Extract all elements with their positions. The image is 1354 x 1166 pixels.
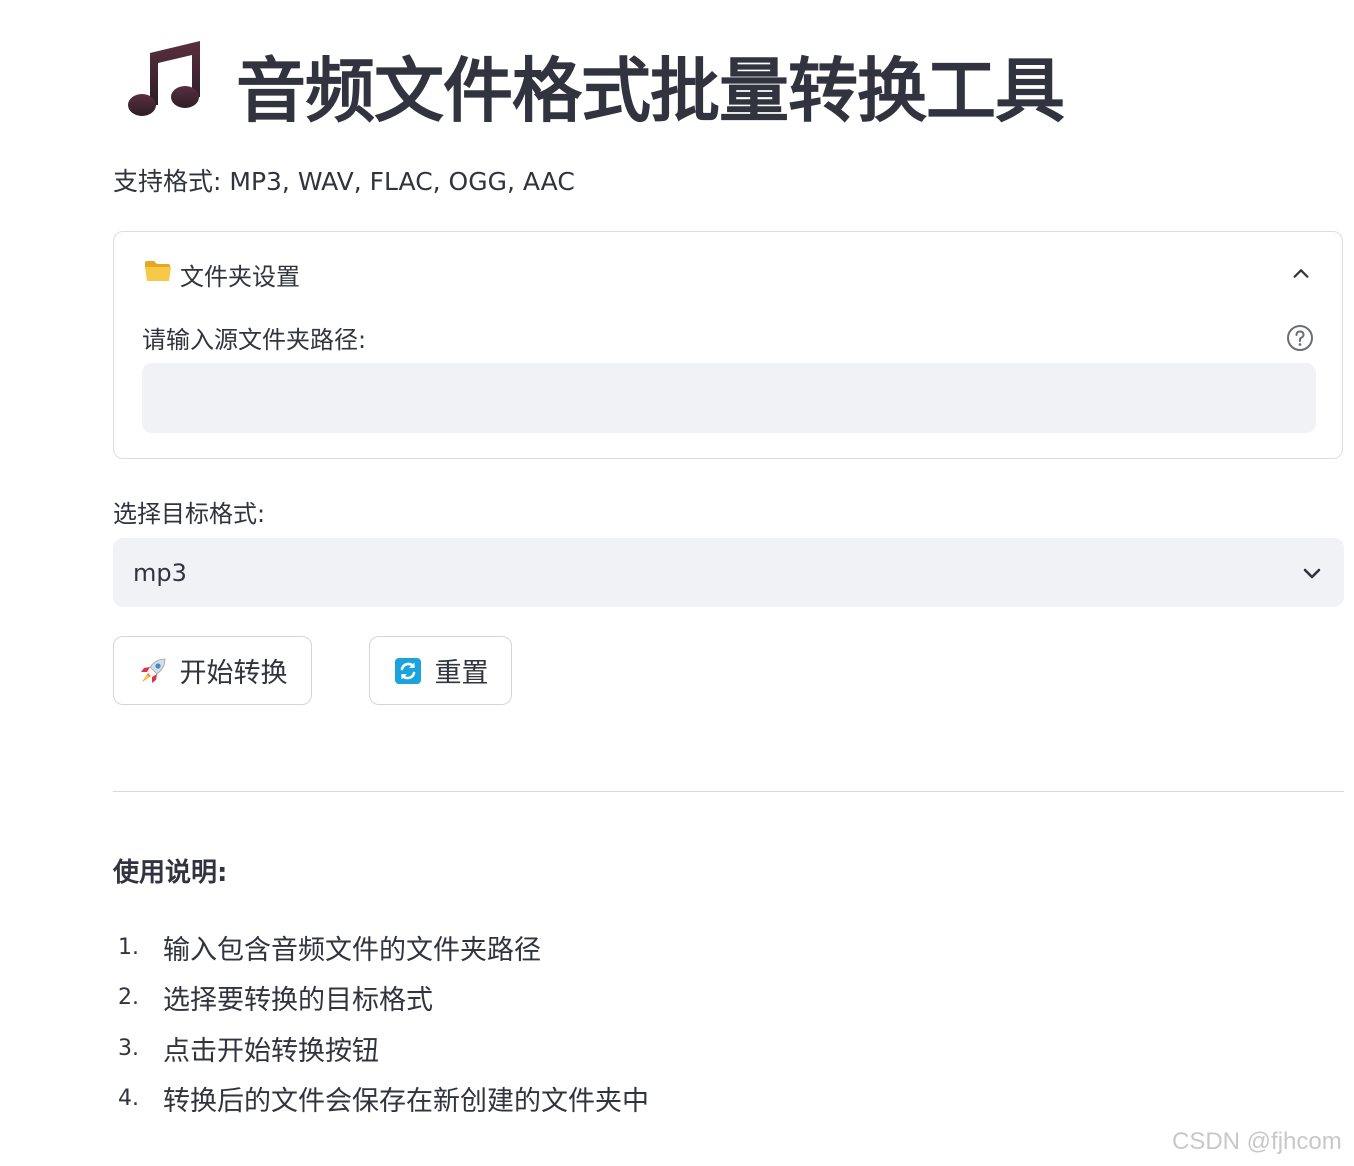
start-conversion-button[interactable]: 开始转换 (113, 636, 312, 705)
folder-settings-header[interactable]: 文件夹设置 (144, 257, 1312, 291)
folder-settings-label: 文件夹设置 (180, 262, 300, 291)
list-item-text: 点击开始转换按钮 (163, 1035, 379, 1067)
chevron-down-icon (1300, 561, 1324, 585)
list-item-number: 2. (118, 985, 139, 1011)
start-conversion-label: 开始转换 (179, 658, 288, 689)
list-item-text: 选择要转换的目标格式 (163, 985, 433, 1017)
list-item: 4. 转换后的文件会保存在新创建的文件夹中 (118, 1074, 649, 1125)
list-item-number: 1. (118, 934, 139, 960)
question-circle-icon[interactable] (1286, 324, 1314, 352)
supported-formats-text: 支持格式: MP3, WAV, FLAC, OGG, AAC (113, 167, 575, 196)
folder-icon (144, 259, 180, 289)
page-title: 音频文件格式批量转换工具 (124, 40, 1065, 132)
reset-button[interactable]: 重置 (369, 636, 512, 705)
source-folder-label: 请输入源文件夹路径: (142, 326, 367, 354)
source-folder-label-row: 请输入源文件夹路径: (142, 320, 1314, 355)
list-item: 2. 选择要转换的目标格式 (118, 973, 649, 1024)
refresh-icon (393, 656, 423, 686)
folder-settings-expander: 文件夹设置 请输入源文件夹路径: (113, 231, 1343, 459)
music-notes-icon (124, 35, 208, 136)
page-title-text: 音频文件格式批量转换工具 (236, 49, 1065, 132)
list-item-number: 4. (118, 1086, 139, 1112)
list-item-text: 转换后的文件会保存在新创建的文件夹中 (163, 1086, 649, 1118)
divider (113, 791, 1344, 792)
target-format-value: mp3 (133, 558, 187, 587)
chevron-up-icon[interactable] (1290, 263, 1312, 285)
target-format-select[interactable]: mp3 (113, 538, 1344, 607)
watermark: CSDN @fjhcom (1172, 1128, 1342, 1155)
target-format-label: 选择目标格式: (113, 500, 266, 528)
list-item: 1. 输入包含音频文件的文件夹路径 (118, 922, 649, 973)
list-item-number: 3. (118, 1035, 139, 1061)
list-item-text: 输入包含音频文件的文件夹路径 (163, 934, 541, 966)
instructions-list: 1. 输入包含音频文件的文件夹路径 2. 选择要转换的目标格式 3. 点击开始转… (118, 922, 649, 1124)
source-folder-input[interactable] (142, 363, 1316, 433)
rocket-icon (138, 656, 168, 686)
instructions-title: 使用说明: (113, 858, 228, 888)
list-item: 3. 点击开始转换按钮 (118, 1023, 649, 1074)
reset-label: 重置 (434, 658, 489, 689)
